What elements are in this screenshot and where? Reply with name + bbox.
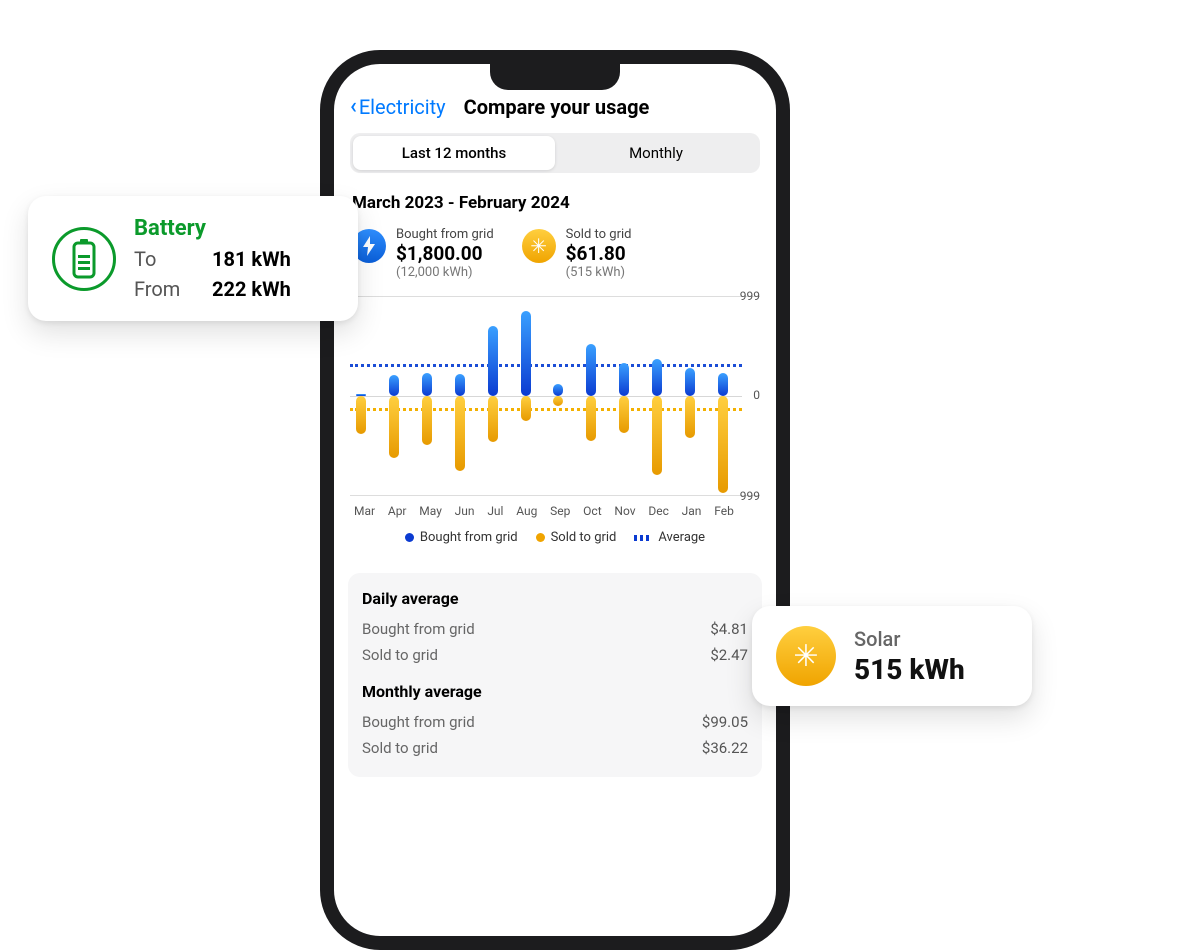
legend-bought: Bought from grid [405, 530, 518, 545]
x-tick: Jun [455, 504, 475, 518]
usage-chart: 999 0 999 Mar Apr May Jun Jul Aug Sep Oct Nov Dec… [350, 296, 760, 563]
monthly-bought-row: Bought from grid $99.05 [362, 709, 748, 735]
x-tick: May [419, 504, 442, 518]
x-tick: Oct [583, 504, 601, 518]
solar-card: ✳ Solar 515 kWh [752, 606, 1032, 706]
dot-blue-icon [405, 533, 414, 542]
monthly-sold-row: Sold to grid $36.22 [362, 735, 748, 761]
x-axis-labels: Mar Apr May Jun Jul Aug Sep Oct Nov Dec Jan Feb [350, 496, 738, 518]
bar-col [420, 297, 434, 495]
battery-from-row: From 222 kWh [134, 277, 291, 301]
metric-sold-label: Sold to grid [566, 227, 632, 242]
bar-col [519, 297, 533, 495]
legend-sold: Sold to grid [536, 530, 617, 545]
chevron-left-icon: ‹ [350, 94, 357, 119]
daily-average-title: Daily average [362, 589, 748, 608]
averages-card: Daily average Bought from grid $4.81 Sol… [348, 573, 762, 777]
solar-value: 515 kWh [854, 653, 965, 686]
x-tick: Sep [550, 504, 570, 518]
sun-icon: ✳ [776, 626, 836, 686]
x-tick: Jan [682, 504, 702, 518]
chart-plot-area: 999 0 999 [350, 296, 760, 496]
back-button[interactable]: ‹ Electricity [350, 94, 446, 119]
x-tick: Feb [714, 504, 734, 518]
metric-sold-value: $61.80 [566, 242, 632, 265]
daily-sold-row: Sold to grid $2.47 [362, 642, 748, 668]
metric-sold: ✳ Sold to grid $61.80 (515 kWh) [522, 227, 632, 280]
page-title: Compare your usage [464, 95, 650, 119]
sun-icon: ✳ [522, 229, 556, 263]
metric-bought: Bought from grid $1,800.00 (12,000 kWh) [352, 227, 494, 280]
battery-icon [52, 227, 116, 291]
app-screen: ‹ Electricity Compare your usage Last 12… [334, 64, 776, 936]
battery-to-row: To 181 kWh [134, 247, 291, 271]
dot-amber-icon [536, 533, 545, 542]
x-tick: Apr [388, 504, 407, 518]
x-tick: Aug [516, 504, 537, 518]
x-tick: Nov [614, 504, 635, 518]
bar-col [650, 297, 664, 495]
x-tick: Mar [354, 504, 375, 518]
back-label: Electricity [359, 95, 446, 119]
monthly-average-title: Monthly average [362, 682, 748, 701]
solar-title: Solar [854, 627, 965, 651]
tab-last-12-months[interactable]: Last 12 months [353, 136, 555, 170]
metrics-row: Bought from grid $1,800.00 (12,000 kWh) … [346, 227, 764, 296]
metric-bought-label: Bought from grid [396, 227, 494, 242]
x-tick: Jul [487, 504, 503, 518]
metric-bought-sub: (12,000 kWh) [396, 265, 494, 280]
bar-col [551, 297, 565, 495]
metric-sold-sub: (515 kWh) [566, 265, 632, 280]
x-tick: Dec [648, 504, 669, 518]
segmented-control: Last 12 months Monthly [350, 133, 760, 173]
tab-monthly[interactable]: Monthly [555, 136, 757, 170]
y-axis-zero: 0 [753, 388, 760, 402]
battery-card: Battery To 181 kWh From 222 kWh [28, 196, 358, 321]
dots-avg-icon [634, 535, 652, 541]
y-axis-bottom: 999 [740, 489, 760, 503]
bar-col [453, 297, 467, 495]
bar-col [486, 297, 500, 495]
nav-bar: ‹ Electricity Compare your usage [346, 90, 764, 133]
battery-title: Battery [134, 216, 291, 241]
phone-frame: ‹ Electricity Compare your usage Last 12… [320, 50, 790, 950]
metric-bought-value: $1,800.00 [396, 242, 494, 265]
bar-col [617, 297, 631, 495]
bar-col [584, 297, 598, 495]
date-range: March 2023 - February 2024 [346, 193, 764, 227]
chart-bars [350, 297, 734, 495]
daily-bought-row: Bought from grid $4.81 [362, 616, 748, 642]
bar-col [354, 297, 368, 495]
bar-col [387, 297, 401, 495]
bar-col [716, 297, 730, 495]
y-axis-top: 999 [740, 289, 760, 303]
bar-col [683, 297, 697, 495]
legend-avg: Average [634, 530, 705, 545]
chart-legend: Bought from grid Sold to grid Average [350, 518, 760, 563]
